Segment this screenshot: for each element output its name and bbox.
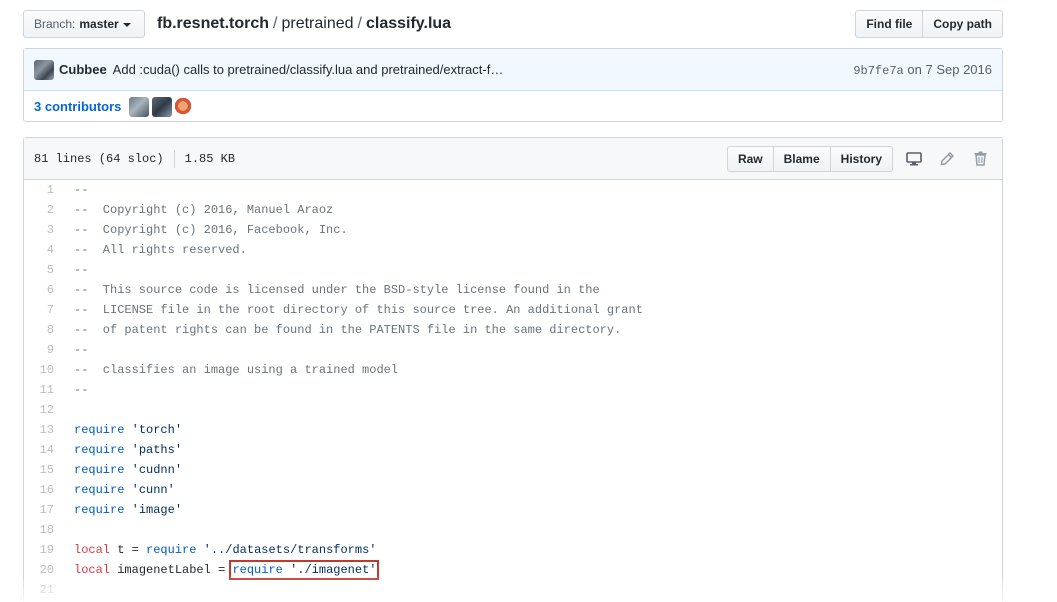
code-line: 15 require 'cudnn' bbox=[24, 460, 1002, 480]
line-number[interactable]: 10 bbox=[24, 363, 64, 377]
commit-info-box: Cubbee Add :cuda() calls to pretrained/c… bbox=[23, 48, 1003, 122]
line-code: -- Copyright (c) 2016, Facebook, Inc. bbox=[74, 223, 348, 237]
branch-value: master bbox=[79, 17, 119, 31]
file-navigation: Branch: master fb.resnet.torch / pretraine… bbox=[23, 10, 1003, 38]
breadcrumb-file-name: classify.lua bbox=[365, 15, 452, 32]
line-number[interactable]: 18 bbox=[24, 523, 64, 537]
line-number[interactable]: 8 bbox=[24, 323, 64, 337]
commit-tease: Cubbee Add :cuda() calls to pretrained/c… bbox=[24, 49, 1002, 91]
file-line-count: 81 lines (64 sloc) bbox=[34, 151, 164, 166]
header-divider bbox=[173, 149, 175, 168]
code-line: 6 -- This source code is licensed under t… bbox=[24, 280, 1002, 300]
line-number[interactable]: 15 bbox=[24, 463, 64, 477]
code-line: 4 -- All rights reserved. bbox=[24, 240, 1002, 260]
breadcrumb-folder-link[interactable]: pretrained bbox=[281, 15, 353, 32]
contributor-avatar[interactable] bbox=[129, 96, 150, 117]
code-line: 18 bbox=[24, 520, 1002, 540]
commit-author-link[interactable]: Cubbee bbox=[59, 62, 107, 77]
code-line: 11 -- bbox=[24, 380, 1002, 400]
code-line: 3 -- Copyright (c) 2016, Facebook, Inc. bbox=[24, 220, 1002, 240]
line-code: local t = require '../datasets/transform… bbox=[74, 543, 377, 557]
caret-down-icon bbox=[122, 23, 131, 27]
line-number[interactable]: 2 bbox=[24, 203, 64, 217]
line-number[interactable]: 4 bbox=[24, 243, 64, 257]
code-line: 10 -- classifies an image using a trained… bbox=[24, 360, 1002, 380]
breadcrumb-separator: / bbox=[357, 15, 362, 32]
line-number[interactable]: 5 bbox=[24, 263, 64, 277]
breadcrumb: fb.resnet.torch / pretrained / classify.lua bbox=[157, 12, 451, 36]
line-number[interactable]: 14 bbox=[24, 443, 64, 457]
line-code: -- of patent rights can be found in the … bbox=[74, 323, 622, 337]
line-code: require 'cunn' bbox=[74, 483, 175, 497]
avatar[interactable] bbox=[34, 59, 54, 80]
branch-label: Branch: bbox=[34, 17, 76, 31]
line-code: require 'image' bbox=[74, 503, 183, 517]
blame-button[interactable]: Blame bbox=[773, 145, 831, 172]
line-code: -- Copyright (c) 2016, Manuel Araoz bbox=[74, 203, 334, 217]
line-code: require 'torch' bbox=[74, 423, 183, 437]
code-line: 12 bbox=[24, 400, 1002, 420]
code-line: 17 require 'image' bbox=[24, 500, 1002, 520]
file-viewer: 81 lines (64 sloc) 1.85 KB Raw Blame His… bbox=[23, 137, 1003, 602]
line-code: require 'cudnn' bbox=[74, 463, 183, 477]
raw-button[interactable]: Raw bbox=[726, 145, 774, 172]
find-file-button[interactable]: Find file bbox=[855, 10, 924, 38]
line-number[interactable]: 7 bbox=[24, 303, 64, 317]
desktop-icon[interactable] bbox=[902, 147, 926, 171]
line-number[interactable]: 13 bbox=[24, 423, 64, 437]
line-number[interactable]: 1 bbox=[24, 183, 64, 197]
file-size: 1.85 KB bbox=[184, 151, 236, 166]
line-number[interactable]: 17 bbox=[24, 503, 64, 517]
code-line: 2 -- Copyright (c) 2016, Manuel Araoz bbox=[24, 200, 1002, 220]
commit-message-link[interactable]: Add :cuda() calls to pretrained/classify… bbox=[113, 62, 504, 77]
contributor-avatar[interactable] bbox=[152, 96, 173, 117]
breadcrumb-separator: / bbox=[273, 15, 278, 32]
code-line: 9 -- bbox=[24, 340, 1002, 360]
code-line: 14 require 'paths' bbox=[24, 440, 1002, 460]
breadcrumb-repo-link[interactable]: fb.resnet.torch bbox=[157, 15, 269, 32]
file-view-button-group: Raw Blame History bbox=[726, 145, 893, 172]
line-code: require 'paths' bbox=[74, 443, 183, 457]
contributors-bar: 3 contributors bbox=[24, 91, 1002, 122]
line-code: -- bbox=[74, 383, 89, 397]
code-body: 1 -- 2 -- Copyright (c) 2016, Manuel Araoz 3… bbox=[24, 180, 1002, 600]
commit-date-prefix: on bbox=[907, 61, 922, 77]
line-code: -- bbox=[74, 343, 89, 357]
file-nav-actions: Find file Copy path bbox=[855, 10, 1003, 38]
commit-sha-link[interactable]: 9b7fe7a bbox=[853, 64, 903, 78]
line-code: -- classifies an image using a trained m… bbox=[74, 363, 399, 377]
line-number[interactable]: 3 bbox=[24, 223, 64, 237]
code-line: 8 -- of patent rights can be found in the… bbox=[24, 320, 1002, 340]
file-actions: Raw Blame History bbox=[726, 145, 992, 172]
line-number[interactable]: 11 bbox=[24, 383, 64, 397]
pencil-icon[interactable] bbox=[935, 147, 959, 171]
copy-path-button[interactable]: Copy path bbox=[923, 10, 1003, 38]
code-line: 16 require 'cunn' bbox=[24, 480, 1002, 500]
line-number[interactable]: 9 bbox=[24, 343, 64, 357]
line-number[interactable]: 12 bbox=[24, 403, 64, 417]
code-line: 5 -- bbox=[24, 260, 1002, 280]
line-number[interactable]: 19 bbox=[24, 543, 64, 557]
trash-icon[interactable] bbox=[968, 147, 992, 171]
contributor-avatar[interactable] bbox=[175, 96, 192, 117]
commit-date: 7 Sep 2016 bbox=[925, 61, 992, 77]
bottom-fade bbox=[0, 575, 1057, 602]
code-line: 1 -- bbox=[24, 180, 1002, 200]
line-code: -- LICENSE file in the root directory of… bbox=[74, 303, 643, 317]
code-line: 7 -- LICENSE file in the root directory o… bbox=[24, 300, 1002, 320]
code-line: 13 require 'torch' bbox=[24, 420, 1002, 440]
history-button[interactable]: History bbox=[830, 145, 893, 172]
line-number[interactable]: 16 bbox=[24, 483, 64, 497]
line-code: -- This source code is licensed under th… bbox=[74, 283, 600, 297]
line-code: -- bbox=[74, 263, 89, 277]
file-header: 81 lines (64 sloc) 1.85 KB Raw Blame His… bbox=[24, 138, 1002, 180]
contributors-count-link[interactable]: 3 contributors bbox=[34, 99, 121, 114]
line-code: -- bbox=[74, 183, 89, 197]
branch-selector-button[interactable]: Branch: master bbox=[23, 10, 145, 38]
commit-meta: 9b7fe7a on 7 Sep 2016 bbox=[853, 62, 992, 78]
line-code: -- All rights reserved. bbox=[74, 243, 247, 257]
code-line: 19 local t = require '../datasets/transfo… bbox=[24, 540, 1002, 560]
line-number[interactable]: 6 bbox=[24, 283, 64, 297]
